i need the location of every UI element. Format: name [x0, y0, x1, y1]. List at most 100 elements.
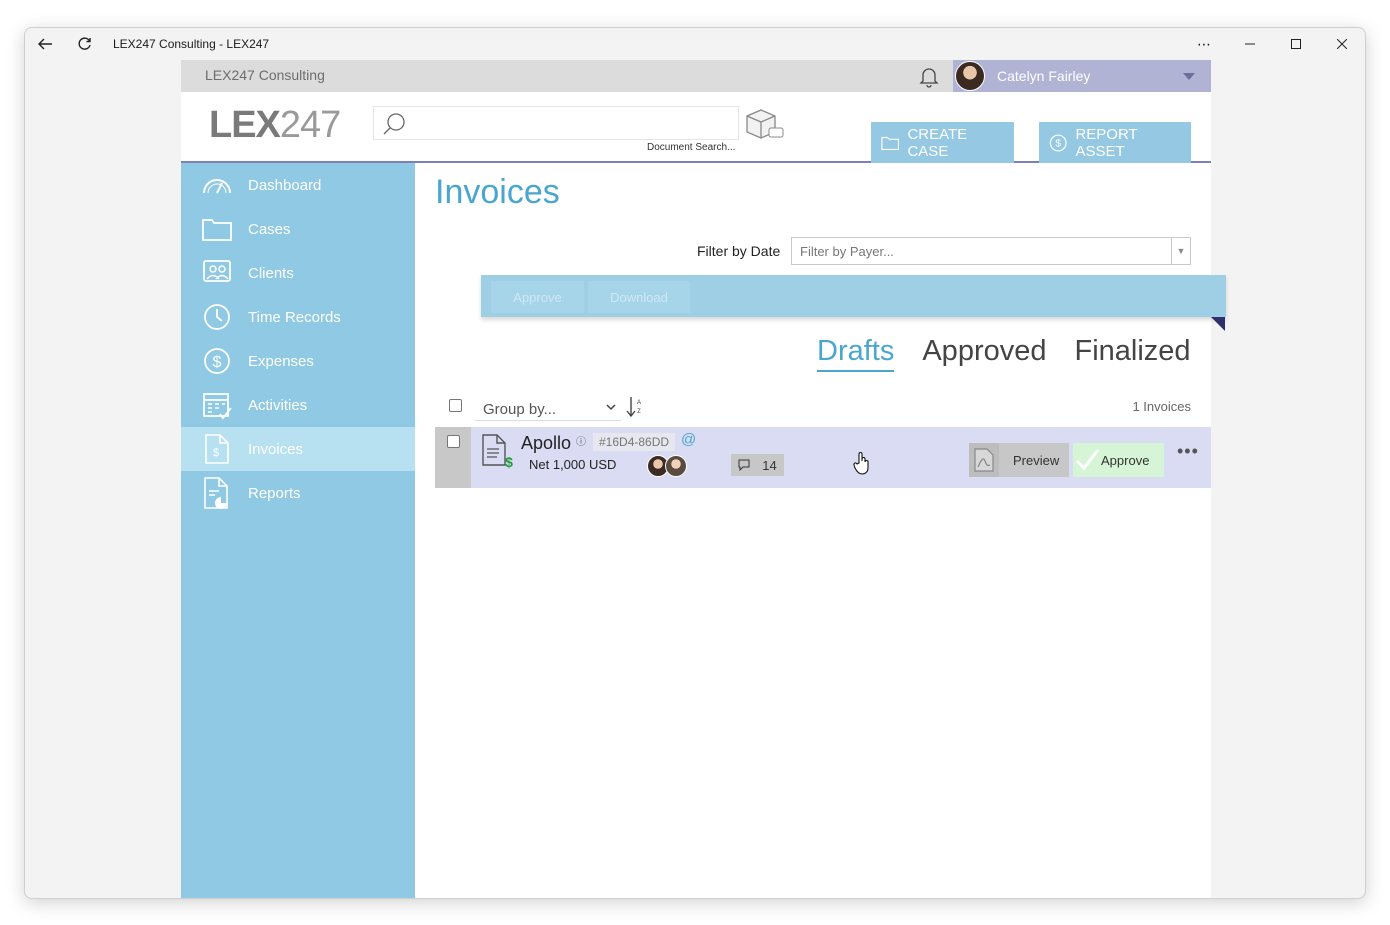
approve-label: Approve: [1101, 452, 1150, 468]
preview-button[interactable]: Preview: [969, 443, 1069, 477]
logo-light: 247: [279, 104, 341, 146]
invoice-id-badge: #16D4-86DD: [593, 433, 676, 451]
payer-filter-dropdown[interactable]: ▼: [1171, 238, 1190, 264]
select-all-checkbox[interactable]: [449, 399, 462, 412]
avatar: [665, 455, 687, 477]
tab-drafts[interactable]: Drafts: [817, 335, 895, 372]
clock-icon: [201, 301, 233, 333]
avatar: [955, 61, 985, 91]
sidebar: Dashboard Cases Clients Time Records $ E…: [181, 163, 415, 898]
back-button[interactable]: [25, 28, 65, 60]
close-button[interactable]: [1319, 28, 1365, 60]
minimize-icon: [1245, 43, 1255, 45]
back-arrow-icon: [38, 38, 52, 50]
pdf-icon: [969, 443, 999, 477]
sidebar-item-reports[interactable]: Reports: [181, 471, 415, 515]
svg-text:A: A: [637, 400, 641, 406]
info-icon[interactable]: ⓘ: [576, 433, 586, 448]
mention-icon[interactable]: @: [681, 431, 696, 448]
invoice-net-amount: Net 1,000 USD: [529, 457, 617, 472]
search-input[interactable]: [373, 106, 739, 140]
checkmark-icon: [1073, 447, 1101, 473]
invoice-document-icon: $: [482, 434, 513, 469]
svg-text:$: $: [1055, 138, 1061, 149]
preview-label: Preview: [1013, 452, 1060, 468]
header: LEX247 Document Search... CREATE CASE $ …: [181, 92, 1211, 163]
triangle-down-icon: ▼: [1176, 246, 1186, 256]
svg-text:Z: Z: [637, 409, 641, 415]
invoice-count: 1 Invoices: [1132, 399, 1191, 414]
tab-approved[interactable]: Approved: [922, 335, 1046, 372]
minimize-button[interactable]: [1227, 28, 1273, 60]
package-icon: [746, 109, 784, 139]
sidebar-item-label: Time Records: [248, 308, 341, 326]
search-hint: Document Search...: [647, 142, 736, 153]
comments-count: 14: [762, 457, 777, 473]
sidebar-item-clients[interactable]: Clients: [181, 251, 415, 295]
chevron-down-icon: [1183, 72, 1195, 80]
svg-text:$: $: [213, 354, 222, 371]
svg-text:$: $: [213, 447, 219, 459]
assignee-avatars: [647, 455, 687, 477]
logo-bold: LEX: [209, 104, 281, 146]
bulk-approve-button[interactable]: Approve: [491, 281, 584, 313]
page-title: Invoices: [435, 173, 560, 211]
app-container: LEX247 Consulting Catelyn Fairley LEX247…: [181, 60, 1226, 898]
row-gutter: [435, 427, 471, 488]
invoice-name[interactable]: Apollo: [521, 433, 571, 454]
sidebar-item-label: Reports: [248, 484, 301, 502]
package-search-button[interactable]: [743, 106, 785, 147]
sidebar-item-label: Expenses: [248, 352, 314, 370]
sidebar-item-time-records[interactable]: Time Records: [181, 295, 415, 339]
dollar-icon: $: [201, 345, 233, 377]
ellipsis-icon: ⋯: [1197, 35, 1211, 52]
sort-button[interactable]: AZ: [625, 395, 643, 424]
invoice-row[interactable]: $ Apollo ⓘ #16D4-86DD @ Net 1,000 USD 14…: [435, 427, 1211, 488]
create-case-button[interactable]: CREATE CASE: [871, 122, 1014, 163]
sidebar-item-invoices[interactable]: $ Invoices: [181, 427, 415, 471]
search-icon: [383, 113, 405, 135]
sidebar-item-expenses[interactable]: $ Expenses: [181, 339, 415, 383]
comment-icon: [738, 459, 750, 471]
invoice-tabs: Drafts Approved Finalized: [817, 335, 1191, 372]
org-name: LEX247 Consulting: [205, 67, 325, 83]
main-content: Invoices Filter by Date Filter by Payer.…: [415, 163, 1226, 898]
dollar-circle-icon: $: [1049, 134, 1067, 151]
sidebar-item-label: Activities: [248, 396, 308, 414]
payer-filter-input[interactable]: Filter by Payer... ▼: [791, 237, 1191, 265]
more-options-icon[interactable]: •••: [1177, 441, 1199, 462]
maximize-icon: [1291, 39, 1301, 49]
report-asset-button[interactable]: $ REPORT ASSET: [1039, 122, 1191, 163]
sidebar-item-label: Invoices: [248, 440, 304, 458]
close-icon: [1337, 39, 1347, 49]
notifications-button[interactable]: [917, 64, 941, 93]
sidebar-item-cases[interactable]: Cases: [181, 207, 415, 251]
tab-finalized[interactable]: Finalized: [1075, 335, 1191, 372]
more-window-button[interactable]: ⋯: [1181, 28, 1227, 60]
folder-icon: [201, 213, 233, 245]
gauge-icon: [201, 169, 233, 201]
hand-cursor-icon: [853, 452, 869, 475]
comments-badge[interactable]: 14: [731, 454, 784, 476]
sidebar-item-label: Dashboard: [248, 176, 322, 194]
bell-icon: [919, 68, 939, 88]
report-icon: [201, 477, 233, 509]
row-checkbox[interactable]: [447, 435, 460, 448]
approve-button[interactable]: Approve: [1073, 443, 1164, 477]
refresh-button[interactable]: [65, 28, 105, 60]
logo: LEX247: [209, 104, 341, 147]
payer-filter-placeholder: Filter by Payer...: [800, 244, 894, 259]
maximize-button[interactable]: [1273, 28, 1319, 60]
group-by-label: Group by...: [483, 401, 557, 418]
sidebar-item-dashboard[interactable]: Dashboard: [181, 163, 415, 207]
contacts-icon: [201, 257, 233, 289]
group-by-select[interactable]: Group by...: [475, 395, 621, 421]
calendar-icon: [201, 389, 233, 421]
user-menu[interactable]: Catelyn Fairley: [953, 60, 1211, 92]
bulk-download-button[interactable]: Download: [588, 281, 690, 313]
sidebar-item-label: Clients: [248, 264, 294, 282]
action-bar-fold: [1211, 317, 1225, 331]
sidebar-item-activities[interactable]: Activities: [181, 383, 415, 427]
app-window: LEX247 Consulting - LEX247 ⋯ LEX247 Cons…: [24, 27, 1366, 899]
sort-az-icon: AZ: [626, 397, 641, 418]
